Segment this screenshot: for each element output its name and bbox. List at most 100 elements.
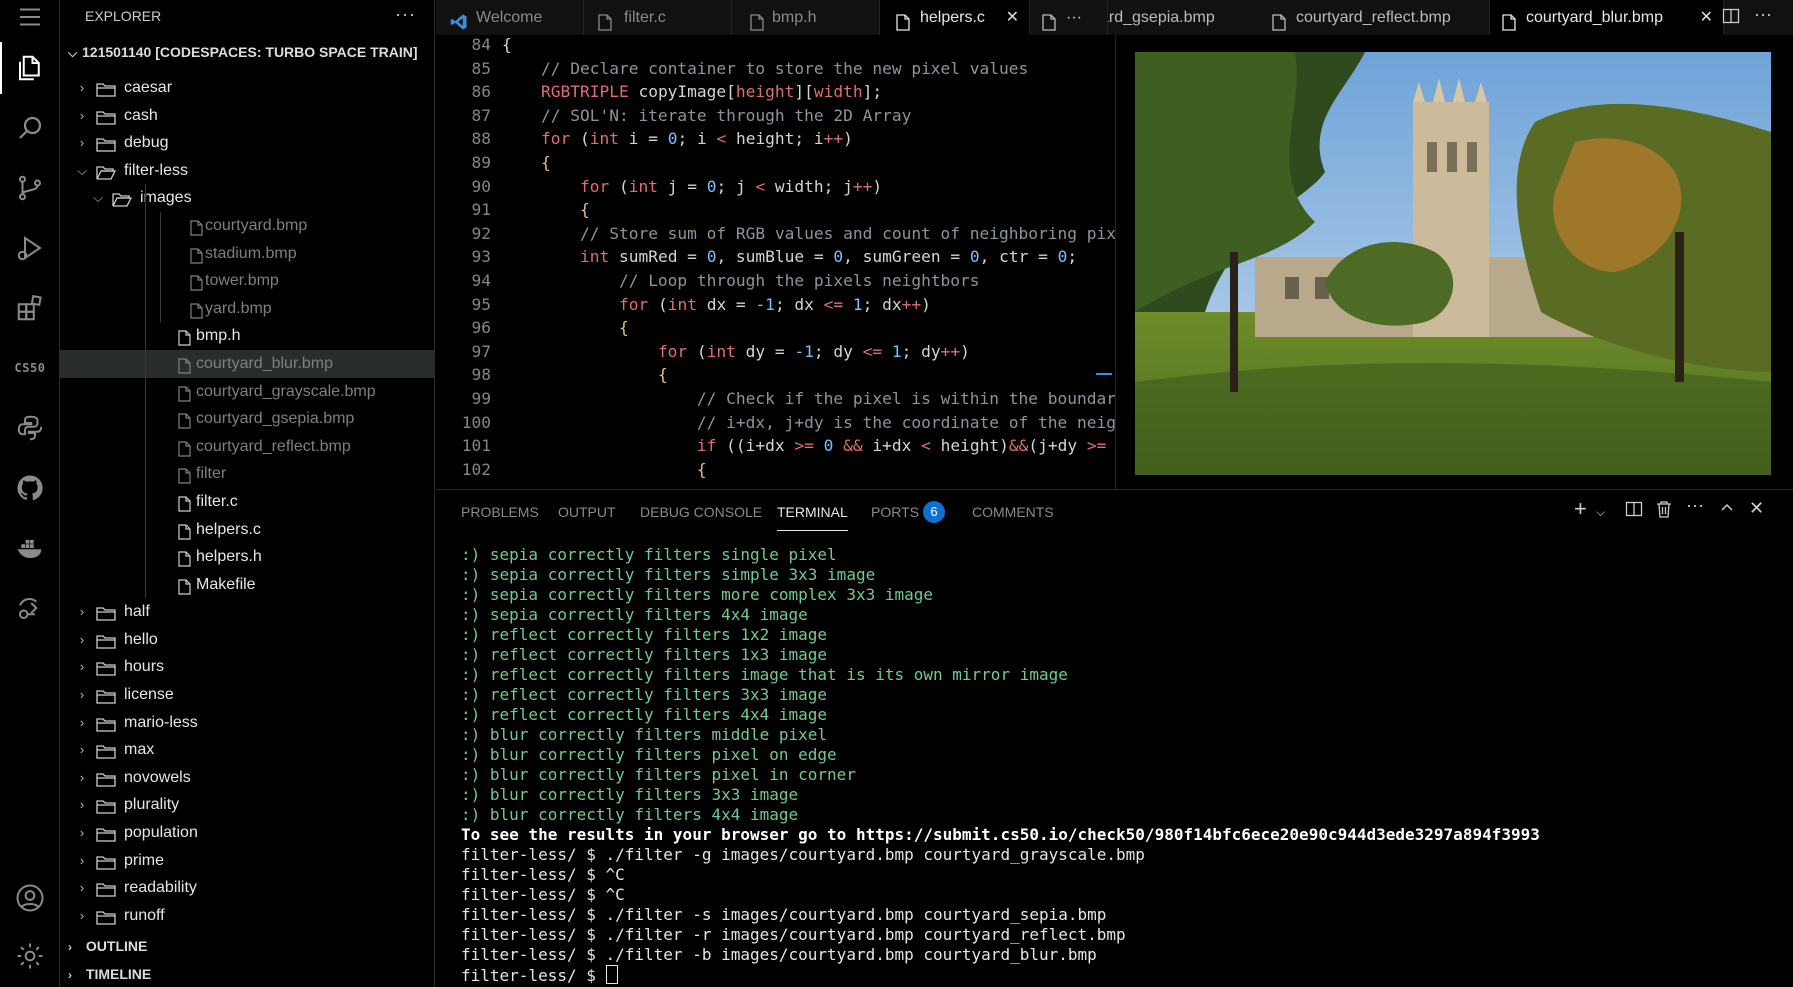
- tree-item-label: courtyard_gsepia.bmp: [196, 410, 355, 428]
- workspace-header[interactable]: ⌵ 121501140 [CODESPACES: TURBO SPACE TRAI…: [68, 44, 418, 61]
- chevron-down-icon[interactable]: ⌵: [1596, 505, 1605, 520]
- file-item[interactable]: courtyard_blur.bmp: [60, 349, 434, 378]
- chevron-right-icon: ›: [68, 940, 72, 954]
- cs50-icon[interactable]: CS50: [0, 342, 60, 394]
- split-editor-icon[interactable]: [1722, 7, 1740, 30]
- file-item[interactable]: courtyard_reflect.bmp: [60, 433, 434, 461]
- search-icon[interactable]: [0, 102, 60, 154]
- tab-filter-c[interactable]: filter.c: [584, 0, 732, 35]
- line-number: 98: [471, 365, 492, 385]
- menu-icon[interactable]: [0, 0, 60, 43]
- explorer-icon[interactable]: [0, 42, 60, 94]
- remote-icon[interactable]: [0, 582, 60, 634]
- folder-item[interactable]: › half: [60, 598, 434, 626]
- new-terminal-icon[interactable]: +: [1574, 496, 1587, 522]
- terminal-output[interactable]: :) sepia correctly filters single pixel:…: [461, 545, 1540, 986]
- split-terminal-icon[interactable]: [1625, 500, 1643, 523]
- folder-item[interactable]: › prime: [60, 847, 434, 875]
- folder-item[interactable]: › mario-less: [60, 709, 434, 737]
- trash-icon[interactable]: [1656, 500, 1672, 523]
- file-item[interactable]: courtyard.bmp: [60, 212, 434, 240]
- folder-item[interactable]: › readability: [60, 874, 434, 902]
- tab-welcome[interactable]: Welcome: [436, 0, 584, 35]
- file-icon: [750, 9, 764, 35]
- account-icon[interactable]: [0, 872, 60, 924]
- folder-item[interactable]: › caesar: [60, 74, 434, 102]
- run-debug-icon[interactable]: [0, 222, 60, 274]
- code-line: // Declare container to store the new pi…: [540, 58, 1029, 78]
- github-icon[interactable]: [0, 462, 60, 514]
- folder-item[interactable]: › cash: [60, 102, 434, 130]
- tab-courtyard-reflect[interactable]: courtyard_reflect.bmp: [1260, 0, 1490, 35]
- file-item[interactable]: bmp.h: [60, 322, 434, 350]
- code-editor[interactable]: 84 85 86 87 88 89 90 91 92 93 94 95 96 9…: [436, 35, 1115, 489]
- folder-item[interactable]: › hello: [60, 626, 434, 654]
- chevron-right-icon: ›: [79, 604, 85, 620]
- folder-item[interactable]: › novowels: [60, 764, 434, 792]
- terminal-line: filter-less/ $ ^C: [461, 885, 625, 904]
- extensions-icon[interactable]: [0, 282, 60, 334]
- folder-item[interactable]: › license: [60, 681, 434, 709]
- maximize-panel-icon[interactable]: [1719, 499, 1735, 520]
- code-line: for (int dx = -1; dx <= 1; dx++): [618, 294, 931, 314]
- tab-comments[interactable]: COMMENTS: [972, 504, 1054, 520]
- more-actions-icon[interactable]: ···: [395, 4, 416, 25]
- chevron-right-icon: ›: [79, 825, 85, 841]
- tab-courtyard-blur[interactable]: courtyard_blur.bmp ✕: [1490, 0, 1724, 35]
- file-item[interactable]: helpers.h: [60, 543, 434, 571]
- more-tabs-icon[interactable]: ···: [1066, 0, 1082, 35]
- settings-icon[interactable]: [0, 930, 60, 982]
- terminal-cursor: [605, 965, 618, 984]
- tab-debug-console[interactable]: DEBUG CONSOLE: [640, 504, 762, 520]
- close-icon[interactable]: ✕: [1700, 0, 1713, 35]
- tab-terminal[interactable]: TERMINAL: [777, 504, 848, 531]
- file-item[interactable]: Makefile: [60, 571, 434, 599]
- file-item[interactable]: filter: [60, 460, 434, 488]
- folder-item[interactable]: › debug: [60, 129, 434, 157]
- terminal-line: :) reflect correctly filters image that …: [461, 665, 1068, 684]
- folder-item[interactable]: ⌵ images: [60, 184, 434, 212]
- more-actions-icon[interactable]: ···: [1686, 495, 1704, 516]
- code-line: int sumRed = 0, sumBlue = 0, sumGreen = …: [579, 247, 1078, 267]
- chevron-right-icon: ›: [79, 631, 85, 647]
- tab-ports[interactable]: PORTS: [871, 504, 919, 520]
- tab-helpers-c[interactable]: helpers.c ✕: [880, 0, 1030, 35]
- file-icon: [598, 9, 612, 35]
- docker-icon[interactable]: [0, 522, 60, 574]
- tab-label: helpers.c: [920, 9, 985, 26]
- terminal-prompt[interactable]: filter-less/ $: [461, 965, 1540, 986]
- folder-item[interactable]: › runoff: [60, 902, 434, 930]
- chevron-right-icon: ›: [79, 80, 85, 95]
- line-number: 86: [471, 82, 492, 102]
- file-item[interactable]: helpers.c: [60, 516, 434, 544]
- chevron-right-icon: ›: [79, 135, 85, 151]
- folder-item[interactable]: › plurality: [60, 791, 434, 819]
- file-item[interactable]: courtyard_grayscale.bmp: [60, 378, 434, 406]
- file-item[interactable]: filter.c: [60, 488, 434, 516]
- tab-output[interactable]: OUTPUT: [558, 504, 616, 520]
- timeline-section[interactable]: › TIMELINE: [68, 966, 151, 982]
- close-panel-icon[interactable]: ✕: [1749, 498, 1764, 519]
- folder-item[interactable]: › hours: [60, 653, 434, 681]
- tree-item-label: helpers.c: [196, 520, 261, 538]
- tree-item-label: plurality: [124, 796, 180, 814]
- file-item[interactable]: courtyard_gsepia.bmp: [60, 405, 434, 433]
- tab-overflow[interactable]: ···: [1030, 0, 1108, 35]
- terminal-line: filter-less/ $ ./filter -g images/courty…: [461, 845, 1145, 864]
- tree-item-label: novowels: [124, 768, 191, 786]
- file-item[interactable]: stadium.bmp: [60, 240, 434, 268]
- folder-item[interactable]: ⌵ filter-less: [60, 157, 434, 185]
- file-item[interactable]: yard.bmp: [60, 295, 434, 323]
- ports-count-badge: 6: [923, 501, 945, 523]
- outline-section[interactable]: › OUTLINE: [68, 938, 147, 954]
- source-control-icon[interactable]: [0, 162, 60, 214]
- more-actions-icon[interactable]: ···: [1754, 4, 1772, 25]
- tab-bmp-h[interactable]: bmp.h: [732, 0, 880, 35]
- file-item[interactable]: tower.bmp: [60, 267, 434, 295]
- tab-problems[interactable]: PROBLEMS: [461, 504, 539, 520]
- close-icon[interactable]: ✕: [1006, 0, 1019, 35]
- folder-item[interactable]: › max: [60, 736, 434, 764]
- folder-item[interactable]: › population: [60, 819, 434, 847]
- python-icon[interactable]: [0, 402, 60, 454]
- line-number: 97: [471, 341, 492, 361]
